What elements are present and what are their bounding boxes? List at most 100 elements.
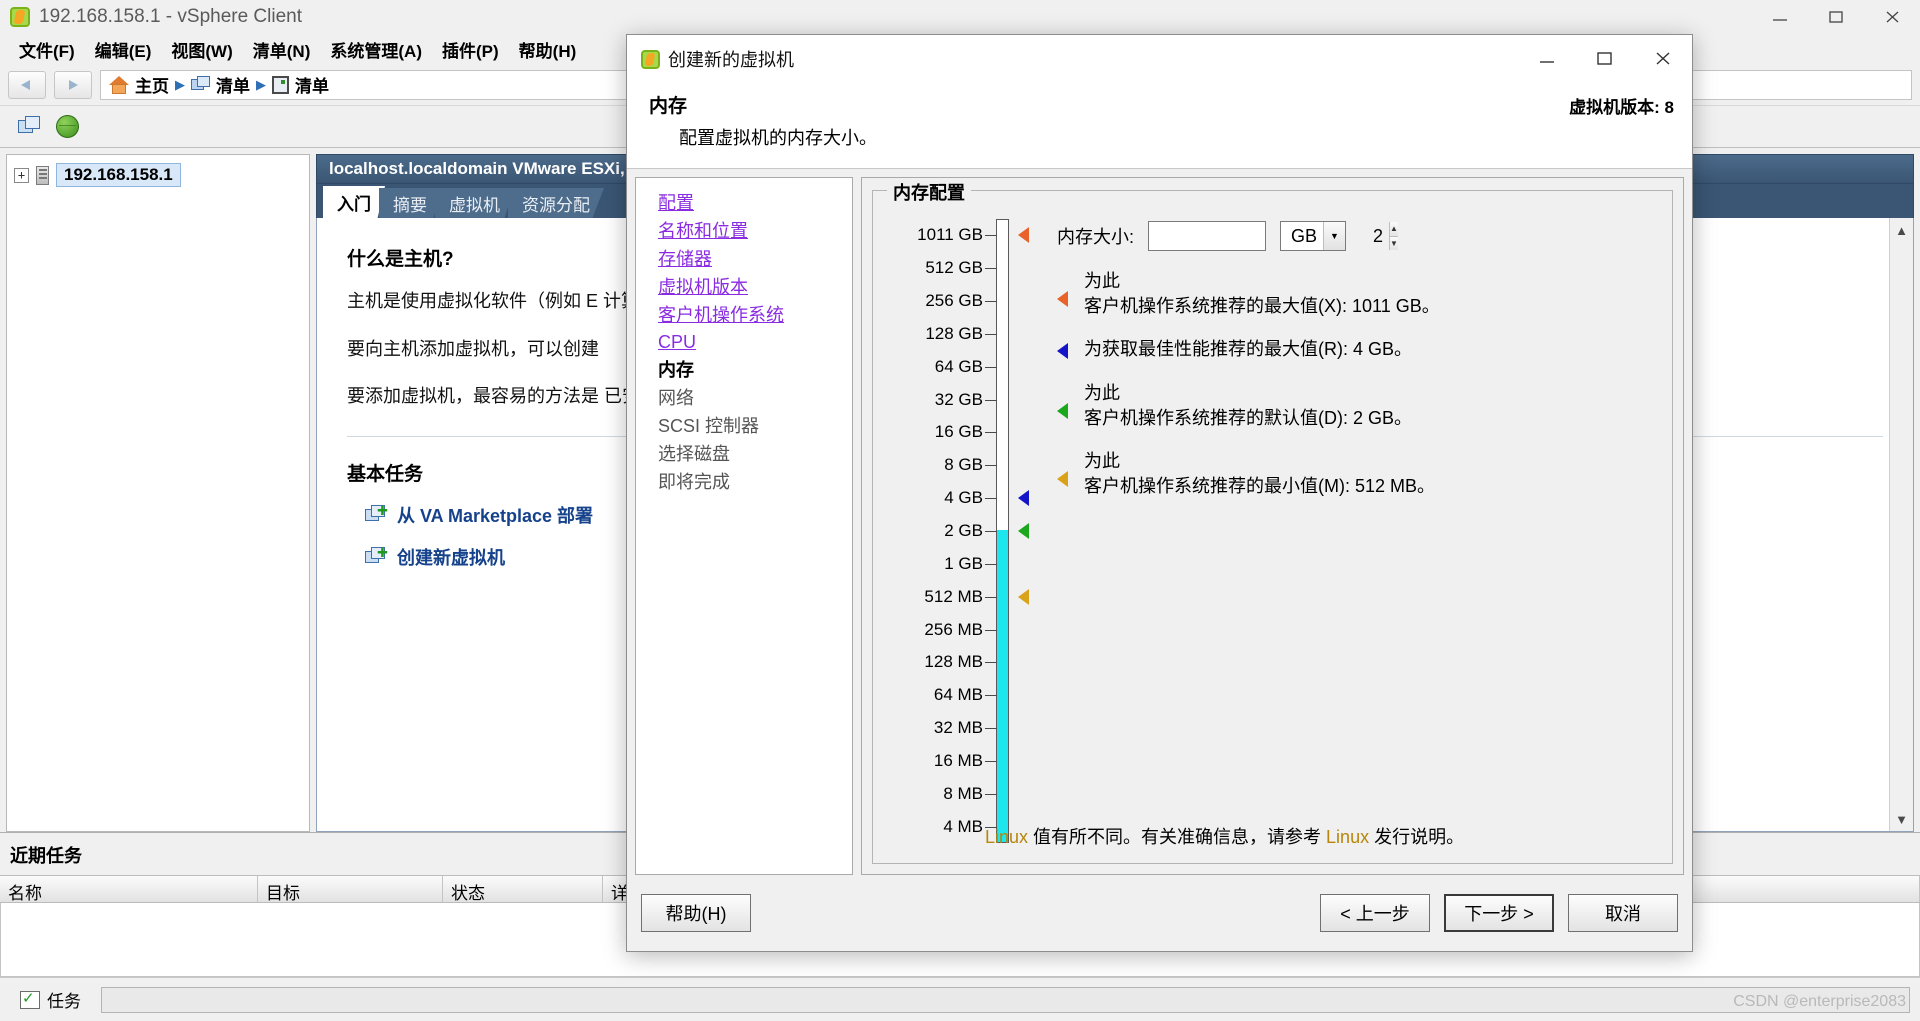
wizard-page-subtitle: 配置虚拟机的内存大小。	[679, 128, 877, 148]
home-icon[interactable]	[109, 75, 129, 94]
minimize-icon[interactable]	[1518, 35, 1576, 83]
column-target[interactable]: 目标	[258, 876, 443, 903]
memory-slider[interactable]: 1011 GB 512 GB 256 GB 128 GB 64 GB 32 GB 16 GB…	[881, 207, 1031, 855]
slider-tick-label: 1 GB	[944, 553, 983, 573]
back-button[interactable]: < 上一步	[1320, 894, 1430, 932]
cancel-button[interactable]: 取消	[1568, 894, 1678, 932]
breadcrumb-inventory-1[interactable]: 清单	[216, 72, 250, 97]
vsphere-app-icon	[641, 49, 660, 69]
forward-button[interactable]	[54, 70, 92, 99]
wizard-steps: 配置 名称和位置 存储器 虚拟机版本 客户机操作系统 CPU 内存 网络 SCS…	[635, 177, 853, 875]
slider-marker-best-performance-maximum[interactable]	[1018, 490, 1029, 507]
slider-tick-label: 64 MB	[933, 685, 983, 705]
breadcrumb-home[interactable]: 主页	[135, 72, 169, 97]
memory-recommendations: 为此 客户机操作系统推荐的最大值(X): 1011 GB。 为获取最佳性能推荐的最大…	[1057, 269, 1658, 499]
recommendation-marker	[1057, 343, 1068, 360]
recommendation-row: 为此 客户机操作系统推荐的默认值(D): 2 GB。	[1057, 381, 1658, 431]
step-vm-version[interactable]: 虚拟机版本	[658, 274, 852, 302]
memory-panel: 内存配置 1011 GB 512 GB 256 GB 128 GB 64 GB 32 GB…	[861, 177, 1684, 875]
menu-file[interactable]: 文件(F)	[10, 34, 84, 65]
recommendation-marker	[1057, 470, 1068, 487]
close-icon[interactable]	[1864, 0, 1920, 34]
tab-summary[interactable]: 摘要	[379, 188, 441, 218]
chevron-down-icon[interactable]: ▼	[1323, 222, 1346, 250]
column-name[interactable]: 名称	[0, 876, 258, 903]
stepper-down-icon[interactable]: ▼	[1390, 236, 1398, 250]
menu-administration[interactable]: 系统管理(A)	[321, 34, 431, 65]
step-name-location[interactable]: 名称和位置	[658, 218, 852, 246]
memory-size-input[interactable]	[1149, 222, 1390, 250]
app-titlebar: 192.168.158.1 - vSphere Client	[0, 0, 1920, 34]
tab-getting-started[interactable]: 入门	[323, 186, 385, 218]
task-label: 从 VA Marketplace 部署	[397, 506, 594, 527]
watermark: CSDN @enterprise2083	[1733, 993, 1906, 1010]
slider-marker-maximum[interactable]	[1018, 227, 1029, 244]
back-button[interactable]	[8, 70, 46, 99]
step-configuration[interactable]: 配置	[658, 190, 852, 218]
slider-tick-mark	[985, 662, 997, 664]
slider-tick-mark	[985, 760, 997, 762]
scroll-down-icon[interactable]: ▼	[1890, 807, 1913, 831]
host-inventory-icon[interactable]	[272, 75, 289, 94]
maximize-icon[interactable]	[1808, 0, 1864, 34]
wizard-title: 创建新的虚拟机	[668, 50, 794, 70]
tab-virtual-machines[interactable]: 虚拟机	[435, 188, 514, 218]
status-field	[101, 986, 1910, 1013]
slider-tick-label: 4 GB	[944, 488, 983, 508]
slider-tick-mark	[985, 629, 997, 631]
scroll-up-icon[interactable]: ▲	[1890, 218, 1913, 242]
content-scrollbar[interactable]: ▲ ▼	[1889, 218, 1913, 831]
stepper-arrows[interactable]: ▲ ▼	[1389, 222, 1398, 250]
tree-node-label[interactable]: 192.168.158.1	[56, 163, 181, 187]
slider-tick-mark	[985, 596, 997, 598]
slider-tick-mark	[985, 366, 997, 368]
menu-view[interactable]: 视图(W)	[162, 34, 241, 65]
host-icon	[36, 165, 49, 185]
slider-track[interactable]	[996, 219, 1009, 843]
memory-size-stepper[interactable]: ▲ ▼	[1148, 221, 1398, 251]
slider-marker-minimum[interactable]	[1018, 588, 1029, 605]
wizard-page-title: 内存	[649, 96, 688, 117]
slider-tick-label: 2 GB	[944, 521, 983, 540]
next-button[interactable]: 下一步 >	[1444, 894, 1554, 932]
expand-icon[interactable]: +	[14, 167, 29, 183]
slider-tick-mark	[985, 563, 997, 565]
wizard-titlebar: 创建新的虚拟机	[627, 35, 1692, 83]
slider-tick-mark	[985, 531, 997, 532]
menu-inventory[interactable]: 清单(N)	[244, 34, 320, 65]
memory-size-row: 内存大小: ▲ ▼ GB ▼	[1057, 221, 1658, 251]
memory-unit-select[interactable]: GB ▼	[1280, 221, 1347, 251]
column-status[interactable]: 状态	[443, 876, 603, 903]
recommendation-body: 为获取最佳性能推荐的最大值(R): 4 GB。	[1084, 339, 1413, 360]
menu-edit[interactable]: 编辑(E)	[86, 34, 161, 65]
step-storage[interactable]: 存储器	[658, 246, 852, 274]
maximize-icon[interactable]	[1576, 35, 1634, 83]
tasks-status-chip[interactable]: 任务	[10, 983, 91, 1016]
tab-resource-allocation[interactable]: 资源分配	[508, 188, 604, 218]
tree-node-host[interactable]: + 192.168.158.1	[7, 155, 309, 195]
window-controls	[1752, 0, 1920, 34]
minimize-icon[interactable]	[1752, 0, 1808, 34]
slider-tick-mark	[985, 465, 997, 467]
memory-group-legend: 内存配置	[887, 179, 971, 205]
step-guest-os[interactable]: 客户机操作系统	[658, 302, 852, 330]
slider-marker-default[interactable]	[1018, 523, 1029, 539]
help-button[interactable]: 帮助(H)	[641, 894, 751, 932]
close-icon[interactable]	[1634, 35, 1692, 83]
recommendation-text: 为此 客户机操作系统推荐的最小值(M): 512 MB。	[1084, 449, 1435, 499]
inventory-icon[interactable]	[18, 115, 42, 138]
inventory-icon[interactable]	[191, 76, 210, 93]
linux-note: Linux 值有所不同。有关准确信息，请参考 Linux 发行说明。	[985, 823, 1464, 849]
menu-plugins[interactable]: 插件(P)	[433, 34, 508, 65]
chevron-right-icon: ▶	[175, 76, 185, 92]
step-cpu[interactable]: CPU	[658, 329, 852, 357]
slider-tick-mark	[985, 333, 997, 335]
recommendation-body: 客户机操作系统推荐的最大值(X): 1011 GB。	[1084, 296, 1440, 317]
slider-tick-label: 128 MB	[924, 652, 983, 672]
menu-help[interactable]: 帮助(H)	[510, 34, 586, 65]
globe-icon[interactable]	[56, 115, 79, 138]
slider-tick-label: 256 MB	[924, 619, 983, 639]
stepper-up-icon[interactable]: ▲	[1390, 222, 1398, 237]
memory-size-label: 内存大小:	[1057, 227, 1135, 247]
breadcrumb-inventory-2[interactable]: 清单	[295, 72, 329, 97]
